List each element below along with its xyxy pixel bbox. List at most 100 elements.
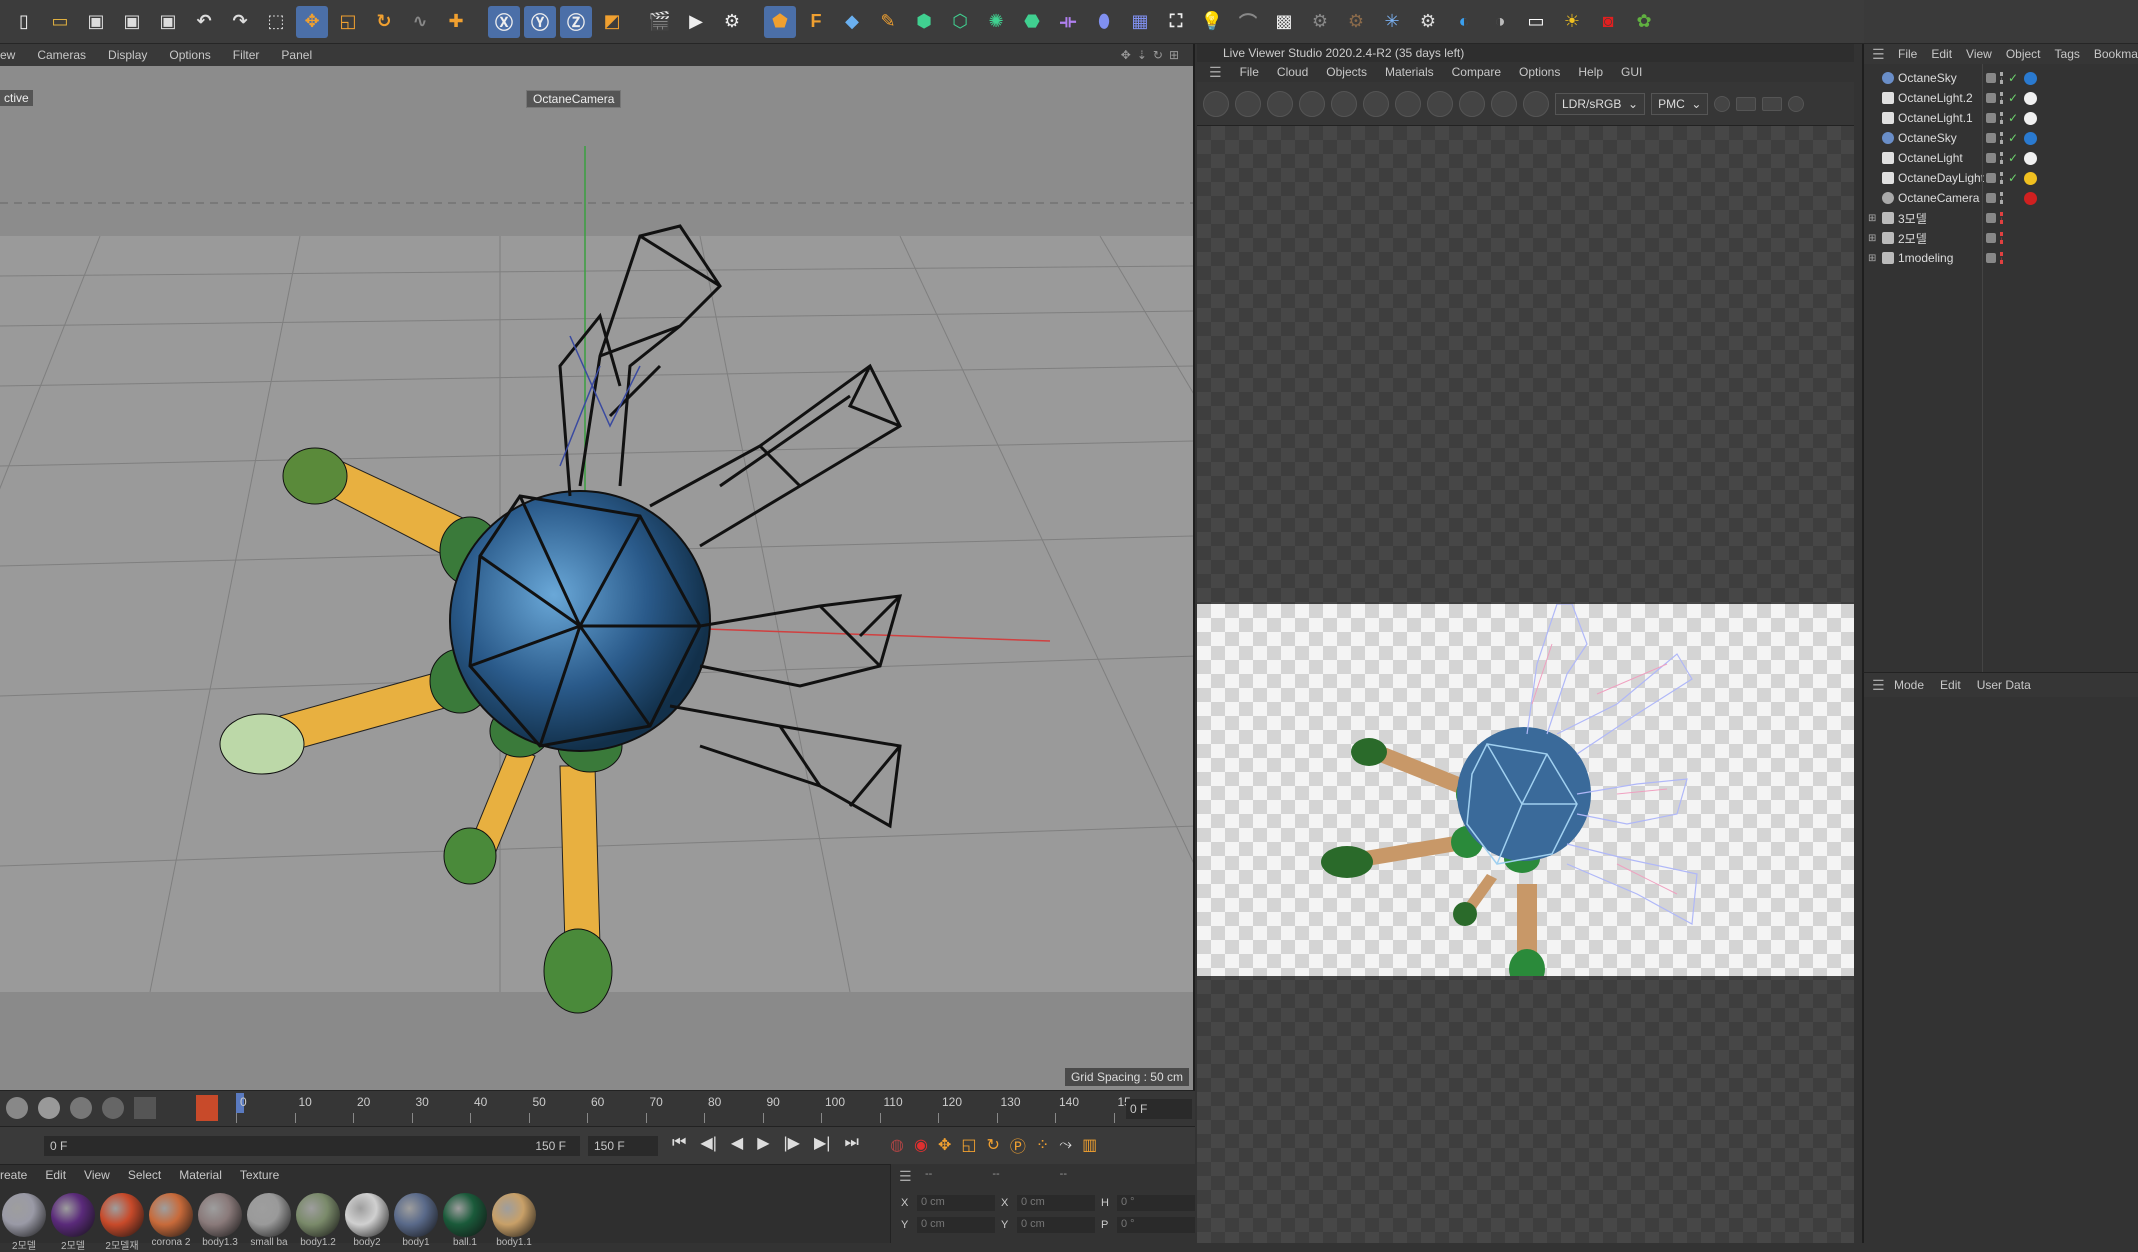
expand-icon[interactable]: ⊞ [1868, 233, 1876, 244]
layer-icon[interactable] [1986, 253, 1996, 263]
lv-pause-icon[interactable] [1267, 90, 1293, 117]
octane-tag-icon[interactable] [2024, 111, 2037, 125]
viewport-menu-filter[interactable]: Filter [233, 48, 260, 62]
spline-icon[interactable] [134, 1097, 156, 1119]
material-item[interactable]: body2 [345, 1193, 389, 1248]
lv-home-icon[interactable] [1523, 90, 1549, 117]
lv-dot-icon[interactable] [1714, 95, 1731, 112]
mograph-icon[interactable]: ⬣ [1016, 6, 1048, 38]
keyframe-record-icon[interactable] [196, 1095, 218, 1121]
attribute-menu-icon[interactable]: ☰ [1872, 677, 1885, 694]
object-row[interactable]: OctaneCamera [1864, 188, 2138, 208]
om-menu-bookmarks[interactable]: Bookmarks [2094, 47, 2138, 61]
prev-key-icon[interactable]: ◀| [700, 1133, 716, 1153]
visibility-dots-icon[interactable] [2000, 232, 2004, 244]
lv-snapshot-icon[interactable] [1762, 96, 1783, 111]
render-view-icon[interactable]: ▶ [680, 6, 712, 38]
attr-menu-edit[interactable]: Edit [1940, 678, 1961, 692]
undo-icon[interactable]: ↶ [188, 6, 220, 38]
autokey-icon[interactable]: ◉ [914, 1135, 928, 1155]
attr-menu-user-data[interactable]: User Data [1977, 678, 2031, 692]
visibility-dots-icon[interactable] [2000, 212, 2004, 224]
lv-sphere-icon[interactable] [1395, 90, 1421, 117]
coords-menu-icon[interactable]: ☰ [899, 1168, 912, 1185]
scale-icon[interactable]: ◱ [332, 6, 364, 38]
array-icon[interactable]: ⬡ [944, 6, 976, 38]
om-menu-file[interactable]: File [1898, 47, 1917, 61]
sphere-icon[interactable] [6, 1097, 28, 1119]
colorspace-select[interactable]: LDR/sRGB ⌄ [1555, 92, 1646, 115]
timeline[interactable]: 0 10 20 30 40 50 60 70 80 90 100 110 120 130 140 15 0 F [0, 1090, 1195, 1126]
lv-send-scene-icon[interactable] [1203, 90, 1229, 117]
octane-tag-icon[interactable] [2024, 191, 2037, 205]
visibility-dots-icon[interactable] [2000, 172, 2004, 184]
shaded-sphere-icon[interactable] [70, 1097, 92, 1119]
motion-icon[interactable]: ⤳ [1059, 1136, 1072, 1154]
redo-icon[interactable]: ↷ [224, 6, 256, 38]
attr-menu-mode[interactable]: Mode [1894, 678, 1924, 692]
visibility-dots-icon[interactable] [2000, 192, 2004, 204]
deformer-icon[interactable]: ⟛ [1052, 6, 1084, 38]
save-incremental-icon[interactable]: ▣ [152, 6, 184, 38]
layer-icon[interactable] [1986, 193, 1996, 203]
material-item[interactable]: body1.1 [492, 1193, 536, 1248]
layer-icon[interactable] [1986, 173, 1996, 183]
material-item[interactable]: corona 2 [149, 1193, 193, 1248]
visibility-dots-icon[interactable] [2000, 92, 2004, 104]
material-menu-texture[interactable]: Texture [240, 1168, 279, 1182]
coords-value-field[interactable]: 0 cm [1017, 1217, 1095, 1233]
layer-icon[interactable] [1986, 153, 1996, 163]
material-menu-material[interactable]: Material [179, 1168, 222, 1182]
lv-menu-options[interactable]: Options [1519, 65, 1560, 79]
play-icon[interactable]: ▶ [757, 1133, 769, 1153]
octane-daylight-icon[interactable]: ☀ [1556, 6, 1588, 38]
om-menu-edit[interactable]: Edit [1931, 47, 1952, 61]
render-region-icon[interactable]: 🎬 [644, 6, 676, 38]
prev-frame-icon[interactable]: ◀ [731, 1133, 743, 1153]
cloner-icon[interactable]: ✺ [980, 6, 1012, 38]
next-key-icon[interactable]: ▶| [814, 1133, 830, 1153]
picture-viewer-icon[interactable]: ▩ [1268, 6, 1300, 38]
floor-icon[interactable]: ▦ [1124, 6, 1156, 38]
material-item[interactable]: small ba [247, 1193, 291, 1248]
object-manager-menu-icon[interactable]: ☰ [1872, 46, 1885, 63]
octane-sky-icon[interactable]: ◐ [1448, 6, 1480, 38]
material-item[interactable]: body1.2 [296, 1193, 340, 1248]
octane-live-viewer-icon[interactable]: ✳ [1376, 6, 1408, 38]
material-item[interactable]: ball.1 [443, 1193, 487, 1248]
coords-value-field[interactable]: 0 cm [1017, 1195, 1095, 1211]
material-item[interactable]: body1.3 [198, 1193, 242, 1248]
lv-menu-help[interactable]: Help [1578, 65, 1603, 79]
coordinate-system-icon[interactable]: ◩ [596, 6, 628, 38]
object-row[interactable]: OctaneLight.1 ✓ [1864, 108, 2138, 128]
octane-tag-icon[interactable] [2024, 71, 2037, 85]
viewport-3d-canvas[interactable]: ctive OctaneCamera Grid Spacing : 50 cm [0, 66, 1193, 1090]
enabled-check-icon[interactable]: ✓ [2008, 131, 2018, 145]
lv-clay-icon[interactable] [1459, 90, 1485, 117]
enabled-check-icon[interactable]: ✓ [2008, 91, 2018, 105]
coords-value-field[interactable]: 0 cm [917, 1217, 995, 1233]
lv-film-icon[interactable] [1736, 96, 1757, 111]
coords-value-field[interactable]: 0 cm [917, 1195, 995, 1211]
material-item[interactable]: 2모델 [51, 1193, 95, 1252]
lv-menu-objects[interactable]: Objects [1326, 65, 1367, 79]
material-menu-select[interactable]: Select [128, 1168, 161, 1182]
go-to-start-icon[interactable]: ⏮ [672, 1134, 686, 1152]
object-row[interactable]: ⊞ 3모델 [1864, 208, 2138, 228]
new-document-icon[interactable]: ▯ [8, 6, 40, 38]
timeline-ruler[interactable]: 0 10 20 30 40 50 60 70 80 90 100 110 120 130 140 15 [236, 1091, 1131, 1127]
pen-icon[interactable]: ✎ [872, 6, 904, 38]
material-menu-view[interactable]: View [84, 1168, 110, 1182]
viewport-menu-cameras[interactable]: Cameras [37, 48, 86, 62]
lv-menu-compare[interactable]: Compare [1452, 65, 1501, 79]
y-axis-icon[interactable]: Ⓨ [524, 5, 556, 38]
om-menu-tags[interactable]: Tags [2055, 47, 2080, 61]
lv-menu-file[interactable]: File [1240, 65, 1259, 79]
lv-restart-icon[interactable] [1235, 90, 1261, 117]
coords-value-field[interactable]: 0 ° [1117, 1195, 1195, 1211]
object-row[interactable]: OctaneSky ✓ [1864, 128, 2138, 148]
key-rotation-icon[interactable]: ↻ [986, 1135, 999, 1155]
tag-icon[interactable]: ⌒ [1232, 6, 1264, 38]
enabled-check-icon[interactable]: ✓ [2008, 151, 2018, 165]
light-icon[interactable]: 💡 [1196, 6, 1228, 38]
